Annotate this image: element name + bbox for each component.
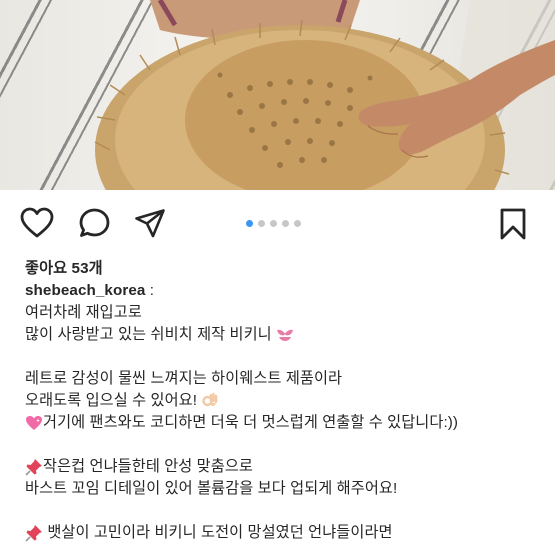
heart-icon[interactable] bbox=[20, 207, 54, 239]
caption-line-text: 거기에 팬츠와도 코디하면 더욱 더 멋스럽게 연출할 수 있답니다:)) bbox=[43, 414, 459, 431]
pushpin-icon bbox=[25, 524, 43, 542]
caption-line: 여러차례 재입고로 bbox=[25, 304, 142, 321]
caption-line: 작은컵 언냐들한테 안성 맞춤으로 bbox=[25, 456, 545, 478]
caption-line: 뱃살이 고민이라 비키니 도전이 망설였던 언냐들이라면 bbox=[25, 522, 545, 544]
caption-line: 레트로 감성이 물씬 느껴지는 하이웨스트 제품이라 bbox=[25, 370, 343, 387]
carousel-dot-active bbox=[246, 219, 253, 227]
carousel-dot bbox=[294, 219, 301, 227]
username-link[interactable]: shebeach_korea bbox=[25, 282, 145, 299]
caption-line-text: 작은컵 언냐들한테 안성 맞춤으로 bbox=[43, 458, 253, 475]
action-bar bbox=[0, 205, 555, 245]
caption-line: 많이 사랑받고 있는 쉬비치 제작 비키니 bbox=[25, 324, 545, 346]
post-photo[interactable] bbox=[0, 0, 555, 190]
sparkling-heart-icon bbox=[25, 415, 43, 431]
carousel-dot bbox=[270, 219, 277, 227]
caption-line: 오래도록 입으실 수 있어요! bbox=[25, 390, 545, 412]
bookmark-icon[interactable] bbox=[498, 207, 528, 241]
carousel-indicator bbox=[246, 218, 301, 228]
bikini-icon bbox=[276, 328, 294, 342]
ok-hand-icon bbox=[201, 392, 219, 410]
paper-plane-icon[interactable] bbox=[134, 208, 166, 238]
caption-line: 바스트 꼬임 디테일이 있어 볼륨감을 보다 업되게 해주어요! bbox=[25, 480, 398, 497]
comment-icon[interactable] bbox=[78, 207, 112, 239]
caption-line: 거기에 팬츠와도 코디하면 더욱 더 멋스럽게 연출할 수 있답니다:)) bbox=[25, 412, 545, 434]
carousel-dot bbox=[282, 219, 289, 227]
caption-header: shebeach_korea : bbox=[25, 280, 545, 302]
username-suffix: : bbox=[145, 282, 155, 299]
caption-line-text: 오래도록 입으실 수 있어요! bbox=[25, 392, 202, 409]
carousel-dot bbox=[258, 219, 265, 227]
caption-line-text: 많이 사랑받고 있는 쉬비치 제작 비키니 bbox=[25, 326, 277, 343]
post-caption: 좋아요 53개 shebeach_korea : 여러차례 재입고로 많이 사랑… bbox=[25, 258, 545, 544]
likes-count[interactable]: 좋아요 53개 bbox=[25, 258, 545, 280]
caption-line-text: 뱃살이 고민이라 비키니 도전이 망설였던 언냐들이라면 bbox=[43, 524, 393, 541]
beach-hat-photo bbox=[94, 0, 555, 190]
pushpin-icon bbox=[25, 458, 43, 476]
